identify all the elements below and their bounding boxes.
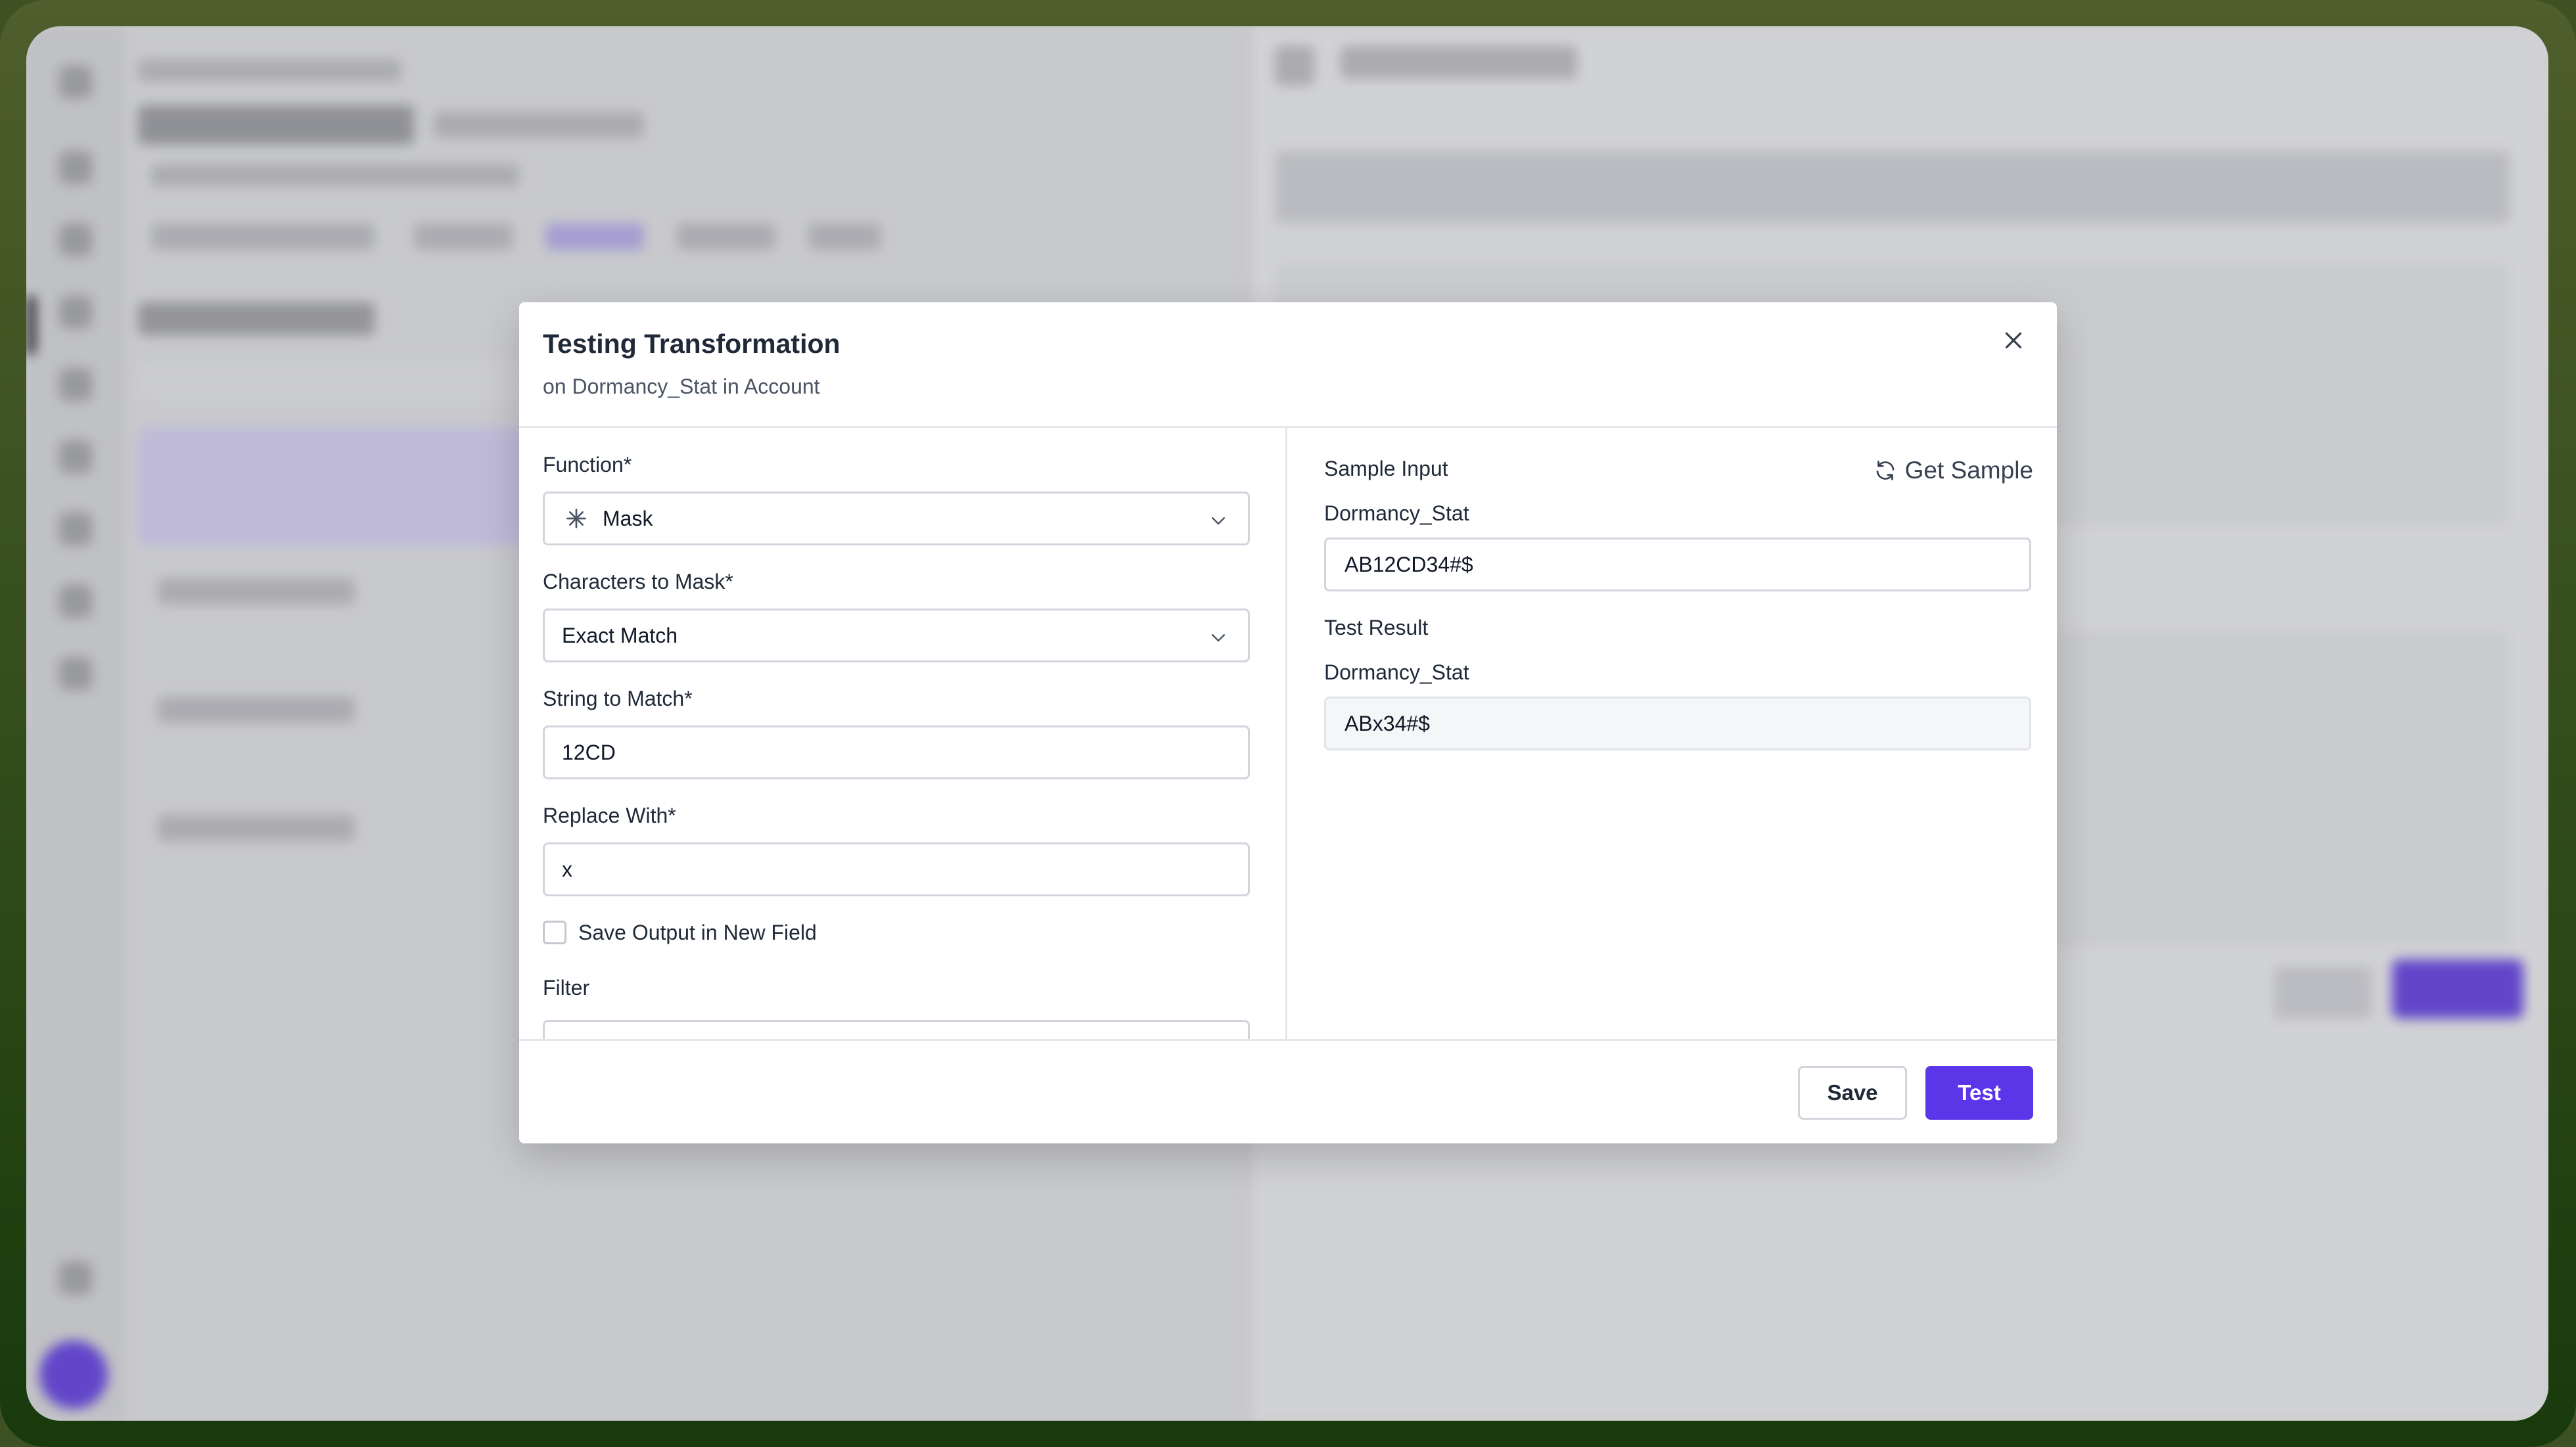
sample-input-value: AB12CD34#$ <box>1345 552 1473 576</box>
sample-panel: Sample Input Get Sample Dormancy_Stat AB… <box>1287 428 2057 1039</box>
sample-input-label: Sample Input <box>1324 457 1448 480</box>
close-button[interactable] <box>1994 321 2033 360</box>
test-result-field: ABx34#$ <box>1324 697 2031 750</box>
sample-input-field[interactable]: AB12CD34#$ <box>1324 538 2031 591</box>
modal-title: Testing Transformation <box>543 329 840 359</box>
testing-transformation-modal: Testing Transformation on Dormancy_Stat … <box>519 302 2057 1143</box>
transformation-form: Function* Mask Characters to Mask* Exact… <box>519 428 1285 1039</box>
function-label: Function* <box>543 453 632 476</box>
chars-to-mask-select[interactable]: Exact Match <box>543 609 1250 662</box>
result-field-name: Dormancy_Stat <box>1324 660 1469 684</box>
modal-subtitle: on Dormancy_Stat in Account <box>543 375 820 398</box>
get-sample-button[interactable]: Get Sample <box>1874 457 2033 484</box>
chevron-down-icon <box>1212 634 1225 642</box>
close-icon <box>2005 332 2022 349</box>
string-to-match-input[interactable]: 12CD <box>543 725 1250 779</box>
refresh-icon <box>1876 461 1894 480</box>
test-result-value: ABx34#$ <box>1345 711 1430 735</box>
function-select[interactable]: Mask <box>543 492 1250 545</box>
chars-to-mask-value: Exact Match <box>562 623 678 647</box>
chevron-down-icon <box>1212 517 1225 525</box>
test-button[interactable]: Test <box>1925 1066 2033 1120</box>
get-sample-label: Get Sample <box>1904 457 2033 484</box>
save-output-label[interactable]: Save Output in New Field <box>578 921 817 945</box>
test-result-label: Test Result <box>1324 616 1429 639</box>
save-output-checkbox[interactable] <box>543 921 566 944</box>
replace-with-label: Replace With* <box>543 804 676 827</box>
replace-with-input[interactable]: x <box>543 842 1250 896</box>
replace-with-value: x <box>562 857 572 881</box>
modal-footer: Save Test <box>519 1039 2057 1143</box>
function-value: Mask <box>603 506 653 530</box>
string-to-match-value: 12CD <box>562 740 616 764</box>
modal-header: Testing Transformation on Dormancy_Stat … <box>519 302 2057 428</box>
filter-input[interactable] <box>543 1020 1250 1039</box>
filter-label: Filter <box>543 976 590 999</box>
sample-field-name: Dormancy_Stat <box>1324 501 1469 525</box>
save-button[interactable]: Save <box>1798 1066 1907 1120</box>
string-to-match-label: String to Match* <box>543 687 693 710</box>
chars-to-mask-label: Characters to Mask* <box>543 570 733 593</box>
asterisk-icon <box>566 509 586 528</box>
